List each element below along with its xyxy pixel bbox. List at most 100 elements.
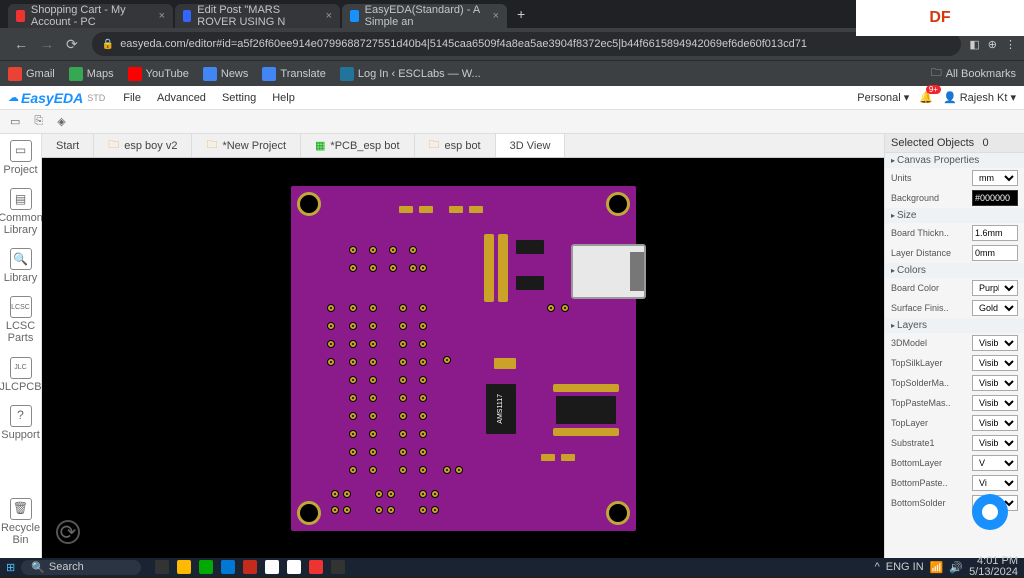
menu-icon[interactable]: ⋮ xyxy=(1005,38,1016,51)
layer-visibility-select[interactable]: Visibl xyxy=(972,355,1018,371)
lcsc-icon: LCSC xyxy=(10,296,32,318)
board-color-select[interactable]: Purple xyxy=(972,280,1018,296)
layer-visibility-select[interactable]: Visibl xyxy=(972,395,1018,411)
rail-lcsc[interactable]: LCSCLCSC Parts xyxy=(0,296,41,344)
pad-row xyxy=(498,234,508,302)
browser-tab[interactable]: EasyEDA(Standard) - A Simple an× xyxy=(342,4,507,28)
layer-distance-input[interactable] xyxy=(972,245,1018,261)
3d-viewport[interactable]: ⟳ AMS1117 xyxy=(42,158,884,558)
taskbar-app-icon[interactable] xyxy=(221,560,235,574)
taskbar-app-icon[interactable] xyxy=(199,560,213,574)
all-bookmarks[interactable]: 🗀All Bookmarks xyxy=(931,64,1016,83)
refresh-3d-button[interactable]: ⟳ xyxy=(56,520,80,544)
toolbar: ▭ ⎘ ◈ xyxy=(0,110,1024,134)
url-input[interactable]: 🔒easyeda.com/editor#id=a5f26f60ee914e079… xyxy=(92,32,962,56)
new-tab-button[interactable]: + xyxy=(517,6,525,22)
via xyxy=(409,246,417,254)
taskbar-app-icon[interactable] xyxy=(243,560,257,574)
folder-icon: 🗀 xyxy=(108,136,119,155)
user-menu[interactable]: 👤 Rajesh Kt ▾ xyxy=(943,91,1016,104)
tray-wifi-icon[interactable]: 📶 xyxy=(930,561,944,574)
reload-button[interactable]: ⟳ xyxy=(66,36,78,53)
extension-icon[interactable]: ◧ xyxy=(969,38,979,51)
browser-tab[interactable]: Edit Post "MARS ROVER USING N× xyxy=(175,4,340,28)
rail-jlcpcb[interactable]: JLCJLCPCB xyxy=(0,357,42,393)
bookmark[interactable]: Gmail xyxy=(8,67,55,81)
rail-project[interactable]: ▭Project xyxy=(3,140,37,176)
bookmark[interactable]: Log In ‹ ESCLabs — W... xyxy=(340,67,481,81)
doc-tab-3dview[interactable]: 3D View xyxy=(496,134,566,157)
close-icon[interactable]: × xyxy=(326,10,332,22)
toolbar-icon[interactable]: ⎘ xyxy=(34,115,43,128)
personal-dropdown[interactable]: Personal ▾ xyxy=(857,91,909,104)
notifications-button[interactable]: 🔔9+ xyxy=(919,91,933,104)
overlay-badge: DF xyxy=(856,0,1024,36)
section-size[interactable]: Size xyxy=(885,208,1024,223)
taskbar-app-icon[interactable] xyxy=(309,560,323,574)
close-icon[interactable]: × xyxy=(159,10,165,22)
doc-tab-start[interactable]: Start xyxy=(42,134,94,157)
rail-support[interactable]: ?Support xyxy=(1,405,40,441)
bookmark[interactable]: Maps xyxy=(69,67,114,81)
menu-setting[interactable]: Setting xyxy=(222,92,256,104)
layer-visibility-select[interactable]: Vi xyxy=(972,475,1018,491)
menu-advanced[interactable]: Advanced xyxy=(157,92,206,104)
rail-common-library[interactable]: ▤Common Library xyxy=(0,188,43,236)
doc-tab[interactable]: 🗀esp bot xyxy=(415,134,496,157)
section-layers[interactable]: Layers xyxy=(885,318,1024,333)
bookmark[interactable]: Translate xyxy=(262,67,325,81)
layer-visibility-select[interactable]: Visibl xyxy=(972,435,1018,451)
start-button[interactable]: ⊞ xyxy=(6,561,15,574)
chat-button[interactable] xyxy=(972,494,1008,530)
background-input[interactable] xyxy=(972,190,1018,206)
doc-tab[interactable]: ▦*PCB_esp bot xyxy=(301,134,415,157)
layer-label: 3DModel xyxy=(891,338,927,348)
smd-pad xyxy=(419,206,433,213)
bookmark[interactable]: News xyxy=(203,67,249,81)
via xyxy=(369,466,377,474)
close-icon[interactable]: × xyxy=(493,10,499,22)
thickness-input[interactable] xyxy=(972,225,1018,241)
via xyxy=(369,394,377,402)
layer-visibility-select[interactable]: V xyxy=(972,455,1018,471)
doc-tab[interactable]: 🗀esp boy v2 xyxy=(94,134,192,157)
section-colors[interactable]: Colors xyxy=(885,263,1024,278)
via xyxy=(369,412,377,420)
app-logo: EasyEDA xyxy=(21,90,83,106)
layer-visibility-select[interactable]: Visibl xyxy=(972,335,1018,351)
taskbar-app-icon[interactable] xyxy=(265,560,279,574)
taskbar-app-icon[interactable] xyxy=(155,560,169,574)
tray-chevron-icon[interactable]: ^ xyxy=(875,561,880,573)
forward-button[interactable]: → xyxy=(40,36,54,52)
app-menu-bar: ☁ EasyEDA STD File Advanced Setting Help… xyxy=(0,86,1024,110)
doc-tab[interactable]: 🗀*New Project xyxy=(192,134,301,157)
via xyxy=(561,304,569,312)
tray-date[interactable]: 5/13/2024 xyxy=(969,567,1018,578)
bookmark[interactable]: YouTube xyxy=(128,67,189,81)
toolbar-icon[interactable]: ▭ xyxy=(10,115,20,128)
taskbar-app-icon[interactable] xyxy=(331,560,345,574)
surface-finish-select[interactable]: Gold xyxy=(972,300,1018,316)
rail-library[interactable]: 🔍Library xyxy=(4,248,38,284)
extension-icon[interactable]: ⊕ xyxy=(988,38,997,51)
taskbar-search[interactable]: 🔍Search xyxy=(21,560,141,575)
menu-help[interactable]: Help xyxy=(272,92,295,104)
taskbar-app-icon[interactable] xyxy=(177,560,191,574)
units-select[interactable]: mm xyxy=(972,170,1018,186)
section-canvas[interactable]: Canvas Properties xyxy=(885,153,1024,168)
tray-lang[interactable]: ENG IN xyxy=(886,561,924,573)
support-icon: ? xyxy=(10,405,32,427)
via xyxy=(343,506,351,514)
favicon-icon xyxy=(16,10,25,22)
via xyxy=(369,264,377,272)
back-button[interactable]: ← xyxy=(14,36,28,52)
layer-visibility-select[interactable]: Visibl xyxy=(972,415,1018,431)
browser-tab[interactable]: Shopping Cart - My Account - PC× xyxy=(8,4,173,28)
layer-visibility-select[interactable]: Visibl xyxy=(972,375,1018,391)
toolbar-icon[interactable]: ◈ xyxy=(57,115,65,128)
smd-pad xyxy=(469,206,483,213)
tray-volume-icon[interactable]: 🔊 xyxy=(949,561,963,574)
rail-recycle[interactable]: 🗑Recycle Bin xyxy=(0,498,41,546)
menu-file[interactable]: File xyxy=(123,92,141,104)
taskbar-app-icon[interactable] xyxy=(287,560,301,574)
